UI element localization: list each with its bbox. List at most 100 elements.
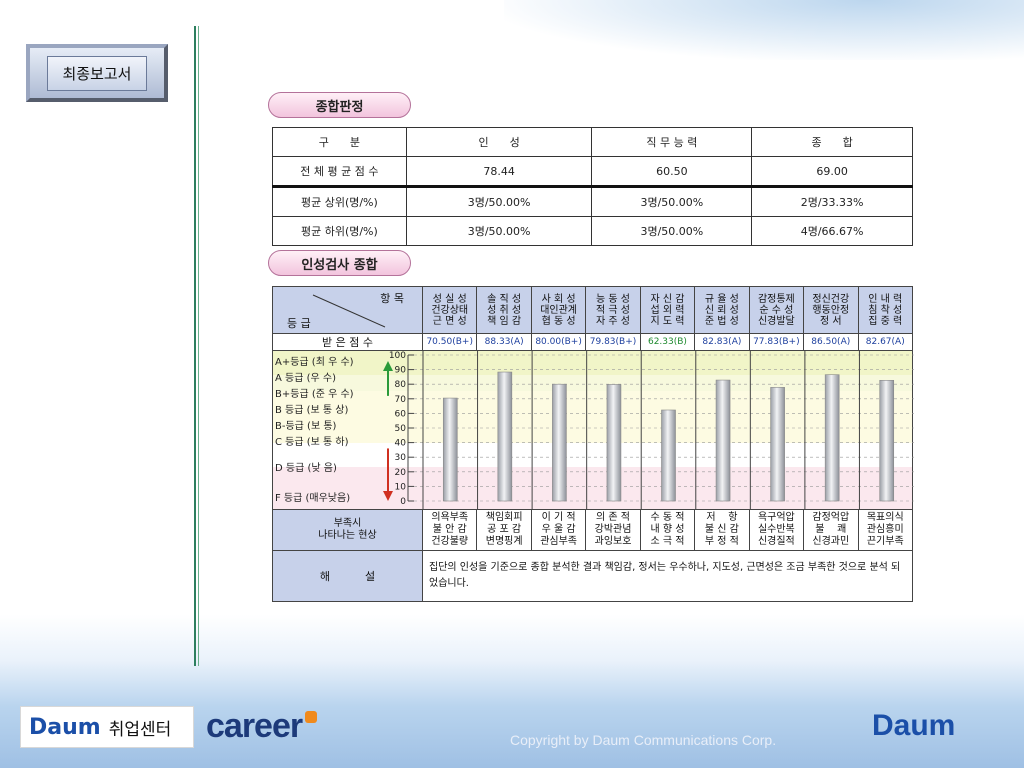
- scale-tick-label: 40: [395, 439, 407, 449]
- up-arrow-head-icon: [383, 361, 393, 371]
- item-header: 사 회 성 대인관계 협 동 성: [530, 286, 587, 334]
- item-header: 규 율 성신 뢰 성준 법 성: [694, 286, 750, 334]
- lack-line: 관심흥미: [866, 524, 904, 535]
- item-line: 신 뢰 성: [704, 304, 739, 316]
- section-title-overall: 종합판정: [268, 92, 411, 118]
- scale-tick-label: 100: [389, 351, 406, 361]
- divider-line-light: [198, 26, 199, 666]
- item-header: 자 신 감섭 외 력지 도 력: [639, 286, 696, 334]
- item-line: 신경발달: [757, 315, 795, 327]
- lack-line: 저 항: [706, 512, 738, 523]
- daum-logo-right[interactable]: Daum: [872, 706, 955, 746]
- item-line: 정신건강: [812, 293, 850, 305]
- item-line: 성 실 성: [432, 293, 467, 305]
- score-bar: [497, 371, 513, 502]
- header-cell: 구 분: [272, 127, 407, 157]
- lack-line: 실수반복: [757, 524, 795, 535]
- deficiency-cell: 수 동 적내 향 성소 극 적: [639, 509, 696, 551]
- score-bar: [661, 409, 676, 502]
- deficiency-cell: 감정억압 불 쾌 신경과민: [803, 509, 859, 551]
- cell: 3명/50.00%: [591, 185, 753, 217]
- score-row-label: 받 은 점 수: [272, 333, 423, 351]
- deficiency-cell: 의 존 적 강박관념 과잉보호: [585, 509, 641, 551]
- cell: 60.50: [591, 156, 753, 187]
- scale-tick-label: 60: [395, 409, 407, 419]
- header-cell: 인 성: [405, 127, 593, 157]
- item-line: 행동안정: [812, 304, 850, 316]
- item-line: 자 신 감: [650, 293, 685, 305]
- comment-label: 해 설: [272, 550, 423, 602]
- item-line: 성 취 성: [487, 304, 522, 316]
- lack-line: 욕구억압: [757, 512, 795, 523]
- grade-chart: A+등급 (최 우 수) A 등급 (우 수) B+등급 (준 우 수) B 등…: [273, 351, 914, 509]
- deficiency-cell: 책임회피 공 포 감 변명핑계: [476, 509, 532, 551]
- lack-line: 소 극 적: [650, 536, 685, 547]
- table-row: 평균 상위(명/%) 3명/50.00% 3명/50.00% 2명/33.33%: [272, 185, 913, 217]
- row-label: 평균 하위(명/%): [272, 216, 407, 246]
- score-bar: [879, 380, 895, 502]
- scale-tick-label: 70: [395, 395, 407, 405]
- cell: 69.00: [751, 156, 913, 187]
- item-line: 인 내 력: [868, 293, 903, 305]
- deficiency-cell: 저 항불 신 감부 정 적: [694, 509, 750, 551]
- scale-tick-label: 90: [395, 366, 407, 376]
- lack-line: 내 향 성: [650, 524, 685, 535]
- item-line: 책 임 감: [487, 315, 522, 327]
- lack-line: 과잉보호: [594, 536, 632, 547]
- item-line: 정 서: [819, 315, 842, 327]
- corner-top-label: 항 목: [380, 292, 404, 305]
- daum-logo-right-text: Daum: [872, 709, 956, 742]
- item-line: 집 중 력: [868, 315, 903, 327]
- item-line: 침 착 성: [868, 304, 903, 316]
- lack-line: 공 포 감: [487, 524, 522, 535]
- table-header-row: 구 분 인 성 직 무 능 력 종 합: [272, 127, 913, 157]
- item-line: 지 도 력: [650, 315, 685, 327]
- lack-line: 불 쾌: [815, 524, 847, 535]
- lack-line: 건강불량: [431, 536, 469, 547]
- item-line: 대인관계: [540, 304, 577, 316]
- item-header: 인 내 력침 착 성집 중 력: [857, 286, 913, 334]
- item-line: 자 주 성: [596, 315, 631, 327]
- item-line: 솔 직 성: [487, 293, 522, 305]
- scale-tick-label: 80: [395, 380, 407, 390]
- item-line: 섭 외 력: [650, 304, 685, 316]
- lack-line: 끈기부족: [866, 536, 904, 547]
- cell: 3명/50.00%: [405, 185, 593, 217]
- item-line: 능 동 성: [596, 293, 631, 305]
- item-header: 감정통제 순 수 성 신경발달: [748, 286, 805, 334]
- lack-line: 우 울 감: [541, 524, 576, 535]
- score-cell: 77.83(B+): [748, 333, 805, 351]
- score-cell: 82.83(A): [694, 333, 750, 351]
- daum-career-center-logo[interactable]: Daum 취업센터: [20, 706, 194, 748]
- down-arrow-head-icon: [383, 491, 393, 501]
- deficiency-row: 부족시 나타나는 현상 의욕부족 불 안 감 건강불량 책임회피 공 포 감 변명핑계 이…: [272, 509, 913, 551]
- deficiency-cell: 목표의식 관심흥미 끈기부족: [857, 509, 913, 551]
- grade-chart-row: A+등급 (최 우 수) A 등급 (우 수) B+등급 (준 우 수) B 등…: [272, 350, 914, 510]
- bar-chart: 1009080706050403020100: [383, 351, 914, 509]
- lack-line: 관심부족: [540, 536, 577, 547]
- section-title-personality: 인성검사 종합: [268, 250, 411, 276]
- final-report-button[interactable]: 최종보고서: [26, 44, 168, 102]
- deficiency-cell: 이 기 적우 울 감 관심부족: [530, 509, 587, 551]
- grade-chart-cell: A+등급 (최 우 수) A 등급 (우 수) B+등급 (준 우 수) B 등…: [272, 350, 914, 510]
- career-logo-text: career: [206, 706, 303, 745]
- cell: 3명/50.00%: [591, 216, 753, 246]
- row-label: 평균 상위(명/%): [272, 185, 407, 217]
- lack-line: 의욕부족: [431, 512, 469, 523]
- career-logo[interactable]: career: [206, 704, 318, 748]
- lack-line: 목표의식: [866, 512, 904, 523]
- item-line: 규 율 성: [704, 293, 739, 305]
- comment-text: 집단의 인성을 기준으로 종합 분석한 결과 책임감, 정서는 우수하나, 지도…: [422, 550, 913, 602]
- footer: Daum 취업센터 career Copyright by Daum Commu…: [0, 700, 1024, 750]
- lack-line: 이 기 적: [541, 512, 576, 523]
- scale-tick-label: 50: [395, 424, 407, 434]
- daum-logo-left: Daum: [29, 714, 101, 740]
- corner-bottom-label: 등 급: [287, 317, 311, 330]
- deficiency-label-line: 나타나는 현상: [318, 530, 377, 541]
- score-cell: 62.33(B): [639, 333, 696, 351]
- score-row: 받 은 점 수 70.50(B+) 88.33(A) 80.00(B+) 79.…: [272, 333, 913, 351]
- header-cell: 종 합: [751, 127, 913, 157]
- personality-table: 항 목 등 급 성 실 성 건강상태 근 면 성 솔 직 성성 취 성책 임 감 사…: [272, 286, 914, 602]
- item-header: 솔 직 성성 취 성책 임 감: [476, 286, 532, 334]
- deficiency-label-line: 부족시: [333, 518, 362, 529]
